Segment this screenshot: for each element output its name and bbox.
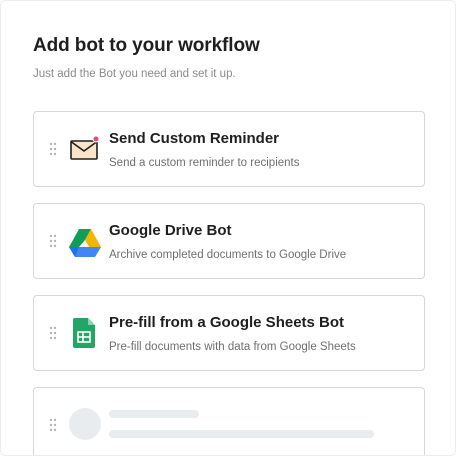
skeleton-description-line bbox=[109, 430, 374, 438]
page-title: Add bot to your workflow bbox=[33, 35, 260, 56]
skeleton-avatar bbox=[69, 408, 101, 440]
skeleton-title-line bbox=[109, 410, 199, 418]
bot-description: Pre-fill documents with data from Google… bbox=[109, 341, 356, 353]
envelope-icon bbox=[69, 134, 101, 166]
drag-handle-icon[interactable] bbox=[49, 234, 57, 248]
bot-title: Google Drive Bot bbox=[109, 222, 232, 239]
bot-card-google-drive[interactable]: Google Drive Bot Archive completed docum… bbox=[33, 203, 425, 279]
drag-handle-icon[interactable] bbox=[49, 142, 57, 156]
drag-handle-icon[interactable] bbox=[49, 326, 57, 340]
bot-title: Send Custom Reminder bbox=[109, 130, 280, 147]
bot-description: Send a custom reminder to recipients bbox=[109, 157, 300, 169]
bot-card-google-sheets[interactable]: Pre-fill from a Google Sheets Bot Pre-fi… bbox=[33, 295, 425, 371]
bot-title: Pre-fill from a Google Sheets Bot bbox=[109, 314, 345, 331]
google-drive-icon bbox=[69, 226, 101, 258]
bot-card-loading-placeholder bbox=[33, 387, 425, 455]
drag-handle-icon bbox=[49, 418, 57, 432]
bot-card-send-custom-reminder[interactable]: Send Custom Reminder Send a custom remin… bbox=[33, 111, 425, 187]
google-sheets-icon bbox=[69, 317, 101, 349]
page-subtitle: Just add the Bot you need and set it up. bbox=[33, 68, 236, 80]
bot-description: Archive completed documents to Google Dr… bbox=[109, 249, 347, 261]
add-bot-panel: Add bot to your workflow Just add the Bo… bbox=[0, 0, 456, 456]
